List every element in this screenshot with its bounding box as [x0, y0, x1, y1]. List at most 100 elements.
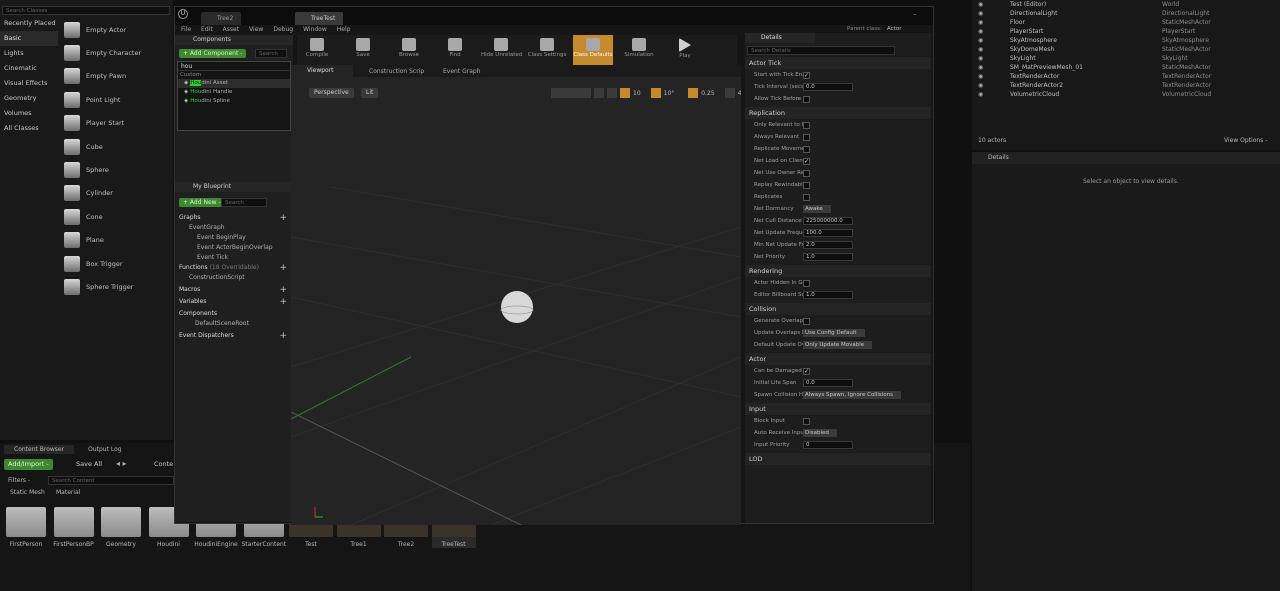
- level-details-tab[interactable]: Details: [972, 152, 1280, 164]
- add-dispatcher-icon[interactable]: +: [279, 331, 287, 341]
- surface-snap-icon[interactable]: [607, 88, 617, 98]
- add-graph-icon[interactable]: +: [279, 213, 287, 223]
- actor-item-cube[interactable]: Cube: [58, 135, 173, 158]
- event-item[interactable]: Event Tick: [175, 253, 293, 263]
- outliner-row[interactable]: VolumetricCloud VolumetricCloud ◉: [972, 90, 1280, 99]
- tab-event-graph[interactable]: Event Graph: [427, 68, 501, 75]
- property-number-field[interactable]: 0.0: [803, 83, 853, 91]
- property-number-field[interactable]: 1.0: [803, 291, 853, 299]
- actor-item-plane[interactable]: Plane: [58, 229, 173, 252]
- scale-snap-value[interactable]: 0.25: [701, 90, 714, 97]
- outliner-row[interactable]: SkyDomeMesh StaticMeshActor ◉: [972, 45, 1280, 54]
- rotation-snap-icon[interactable]: [650, 88, 661, 98]
- component-filter-input[interactable]: hou: [178, 62, 290, 71]
- category-cinematic[interactable]: Cinematic: [0, 61, 58, 76]
- toolbar-find[interactable]: Find: [435, 35, 475, 65]
- visibility-eye-icon[interactable]: ◉: [978, 81, 983, 90]
- tab-treetest[interactable]: TreeTest: [295, 12, 344, 25]
- tab-output-log[interactable]: Output Log: [78, 445, 131, 454]
- outliner-row[interactable]: SkyLight SkyLight ◉: [972, 54, 1280, 63]
- outliner-row[interactable]: SkyAtmosphere SkyAtmosphere ◉: [972, 36, 1280, 45]
- property-dropdown[interactable]: Only Update Movable: [803, 341, 873, 349]
- default-scene-root-item[interactable]: DefaultSceneRoot: [175, 319, 293, 329]
- property-checkbox[interactable]: [803, 279, 810, 287]
- property-number-field[interactable]: 0: [803, 441, 853, 449]
- add-function-icon[interactable]: +: [279, 263, 287, 273]
- details-section-replication[interactable]: Replication: [745, 107, 931, 119]
- actor-item-point-light[interactable]: Point Light: [58, 88, 173, 111]
- actor-item-box-trigger[interactable]: Box Trigger: [58, 252, 173, 275]
- nav-arrows-icon[interactable]: ◂ ▸: [116, 459, 127, 468]
- event-item[interactable]: Event ActorBeginOverlap: [175, 243, 293, 253]
- visibility-eye-icon[interactable]: ◉: [978, 54, 983, 63]
- outliner-row[interactable]: DirectionalLight DirectionalLight ◉: [972, 9, 1280, 18]
- components-search-input[interactable]: Search: [255, 49, 287, 58]
- outliner-row[interactable]: SM_MatPreviewMesh_01 StaticMeshActor ◉: [972, 63, 1280, 72]
- visibility-eye-icon[interactable]: ◉: [978, 9, 983, 18]
- category-visual-effects[interactable]: Visual Effects: [0, 76, 58, 91]
- toolbar-hide-unrelated[interactable]: Hide Unrelated: [481, 35, 522, 65]
- property-checkbox[interactable]: ✓: [803, 157, 810, 165]
- details-section-input[interactable]: Input: [745, 403, 931, 415]
- property-number-field[interactable]: 1.0: [803, 253, 853, 261]
- visibility-eye-icon[interactable]: ◉: [978, 36, 983, 45]
- details-section-collision[interactable]: Collision: [745, 303, 931, 315]
- details-section-actor[interactable]: Actor: [745, 353, 931, 365]
- property-checkbox[interactable]: [803, 317, 810, 325]
- toolbar-simulation[interactable]: Simulation: [619, 35, 659, 65]
- outliner-row[interactable]: PlayerStart PlayerStart ◉: [972, 27, 1280, 36]
- path-breadcrumb[interactable]: Conte: [154, 460, 173, 468]
- menu-view[interactable]: View: [249, 25, 263, 35]
- visibility-eye-icon[interactable]: ◉: [978, 18, 983, 27]
- toolbar-browse[interactable]: Browse: [389, 35, 429, 65]
- actor-item-empty-actor[interactable]: Empty Actor: [58, 18, 173, 41]
- add-import-button[interactable]: Add/Import -: [4, 459, 53, 470]
- asset-geometry[interactable]: Geometry: [99, 507, 143, 548]
- visibility-eye-icon[interactable]: ◉: [978, 63, 983, 72]
- menu-debug[interactable]: Debug: [273, 25, 293, 35]
- visibility-eye-icon[interactable]: ◉: [978, 45, 983, 54]
- property-checkbox[interactable]: ✓: [803, 367, 810, 375]
- category-basic[interactable]: Basic: [0, 31, 58, 46]
- property-number-field[interactable]: 225000000.0: [803, 217, 853, 225]
- property-number-field[interactable]: 2.0: [803, 241, 853, 249]
- menu-file[interactable]: File: [181, 25, 191, 35]
- property-checkbox[interactable]: [803, 133, 810, 141]
- rotation-snap-value[interactable]: 10°: [664, 90, 675, 97]
- actor-item-empty-pawn[interactable]: Empty Pawn: [58, 65, 173, 88]
- tab-viewport[interactable]: Viewport: [291, 65, 353, 77]
- actor-item-empty-character[interactable]: Empty Character: [58, 41, 173, 64]
- property-checkbox[interactable]: [803, 169, 810, 177]
- menu-edit[interactable]: Edit: [201, 25, 213, 35]
- macros-section[interactable]: Macros +: [175, 285, 293, 295]
- visibility-eye-icon[interactable]: ◉: [978, 0, 983, 9]
- toolbar-compile[interactable]: Compile: [297, 35, 337, 65]
- dispatchers-section[interactable]: Event Dispatchers +: [175, 331, 293, 341]
- mybp-search-input[interactable]: Search: [221, 198, 267, 207]
- outliner-row[interactable]: TextRenderActor TextRenderActor ◉: [972, 72, 1280, 81]
- minimize-icon[interactable]: –: [913, 10, 917, 18]
- toolbar-class-settings[interactable]: Class Settings: [527, 35, 567, 65]
- property-number-field[interactable]: 100.0: [803, 229, 853, 237]
- details-section-rendering[interactable]: Rendering: [745, 265, 931, 277]
- property-checkbox[interactable]: [803, 145, 810, 153]
- property-checkbox[interactable]: [803, 417, 810, 425]
- camera-speed-value[interactable]: 4: [738, 90, 742, 97]
- filter-chip-material[interactable]: Material: [56, 489, 80, 496]
- actor-item-sphere-trigger[interactable]: Sphere Trigger: [58, 275, 173, 298]
- toolbar-class-defaults[interactable]: Class Defaults: [573, 35, 613, 65]
- property-checkbox[interactable]: [803, 193, 810, 201]
- toolbar-save[interactable]: Save: [343, 35, 383, 65]
- add-macro-icon[interactable]: +: [279, 285, 287, 295]
- event-graph-item[interactable]: EventGraph: [175, 223, 293, 233]
- lit-button[interactable]: Lit: [361, 88, 379, 98]
- details-tab[interactable]: Details: [745, 33, 815, 43]
- actor-item-sphere[interactable]: Sphere: [58, 158, 173, 181]
- add-component-button[interactable]: + Add Component -: [179, 49, 247, 58]
- outliner-row[interactable]: Test (Editor) World ◉: [972, 0, 1280, 9]
- property-checkbox[interactable]: [803, 95, 810, 103]
- asset-firstpersonbp[interactable]: FirstPersonBP: [52, 507, 96, 548]
- world-local-icon[interactable]: [594, 88, 604, 98]
- property-dropdown[interactable]: Always Spawn, Ignore Collisions: [803, 391, 901, 399]
- category-recently-placed[interactable]: Recently Placed: [0, 16, 58, 31]
